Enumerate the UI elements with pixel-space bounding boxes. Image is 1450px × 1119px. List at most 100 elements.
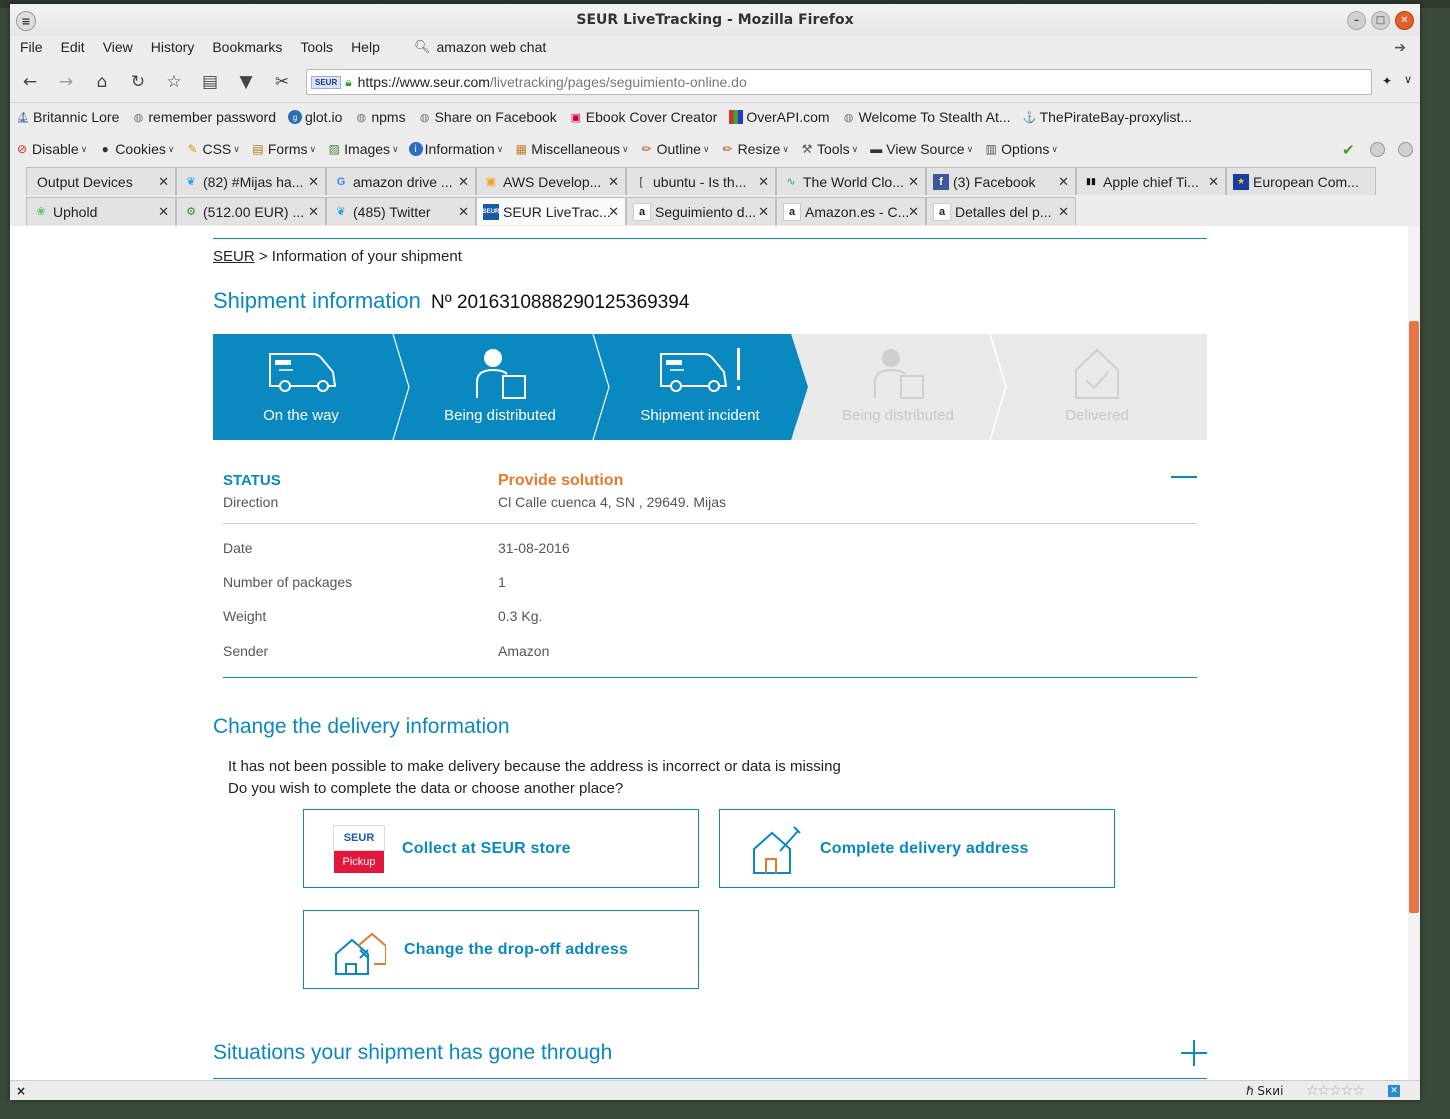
forward-icon[interactable]: → bbox=[48, 72, 84, 92]
tab-facebook[interactable]: f (3) Facebook ✕ bbox=[926, 167, 1076, 195]
menu-tools[interactable]: Tools bbox=[291, 39, 342, 55]
menu-help[interactable]: Help bbox=[342, 39, 389, 55]
bookmark-stealth[interactable]: ◍ Welcome To Stealth At... bbox=[842, 109, 1011, 125]
dev-cookies[interactable]: ● Cookies ∨ bbox=[97, 141, 175, 157]
tab-apple-chief[interactable]: ▮▮ Apple chief Ti... ✕ bbox=[1076, 167, 1226, 195]
tab-seur-livetracking[interactable]: SEUR SEUR LiveTrac... ✕ bbox=[476, 197, 626, 225]
tab-detalles[interactable]: a Detalles del p... ✕ bbox=[926, 197, 1076, 225]
close-tab-icon[interactable]: ✕ bbox=[608, 174, 619, 190]
step-2-label: Being distributed bbox=[444, 407, 556, 424]
menu-history[interactable]: History bbox=[142, 39, 204, 55]
tab-twitter-mijas[interactable]: ❦ (82) #Mijas ha... ✕ bbox=[176, 167, 326, 195]
menu-view[interactable]: View bbox=[94, 39, 142, 55]
close-tab-icon[interactable]: ✕ bbox=[1208, 174, 1219, 190]
menu-edit[interactable]: Edit bbox=[52, 39, 94, 55]
collect-at-store-button[interactable]: SEUR Pickup Collect at SEUR store bbox=[303, 809, 699, 888]
close-tab-icon[interactable]: ✕ bbox=[308, 204, 319, 220]
toolbar-overflow-icon[interactable]: ∨ bbox=[1404, 73, 1412, 86]
close-window-icon[interactable]: ✕ bbox=[1395, 11, 1414, 30]
breadcrumb-current: Information of your shipment bbox=[271, 248, 462, 265]
bookmark-piratebay[interactable]: ⚓ ThePirateBay-proxylist... bbox=[1023, 109, 1192, 125]
dev-forms[interactable]: ▤ Forms ∨ bbox=[250, 141, 316, 157]
minimize-icon[interactable]: – bbox=[1347, 11, 1366, 30]
bookmark-britannic-lore[interactable]: ⛵︎ Britannic Lore bbox=[16, 109, 119, 125]
validation-ok-icon[interactable]: ✔ bbox=[1342, 141, 1355, 159]
dev-miscellaneous[interactable]: ▦ Miscellaneous ∨ bbox=[513, 141, 629, 157]
url-bar[interactable]: SEUR 🔒︎ https://www.seur.com/livetrackin… bbox=[306, 69, 1372, 95]
seur-icon: SEUR bbox=[483, 203, 499, 220]
addon-x-icon[interactable]: ✕ bbox=[1388, 1085, 1400, 1097]
bookmark-npms[interactable]: ◍ npms bbox=[354, 109, 406, 125]
dev-css[interactable]: ✎ CSS ∨ bbox=[184, 141, 239, 157]
misc-icon: ▦ bbox=[515, 142, 527, 156]
menu-bookmarks[interactable]: Bookmarks bbox=[203, 39, 291, 55]
change-dropoff-button[interactable]: Change the drop-off address bbox=[303, 910, 699, 989]
tab-output-devices[interactable]: Output Devices ✕ bbox=[26, 167, 176, 195]
dev-outline[interactable]: ✏ Outline ∨ bbox=[639, 141, 710, 157]
twitter-icon: ❦ bbox=[336, 206, 346, 218]
back-icon[interactable]: ← bbox=[12, 72, 48, 92]
window-menu-icon[interactable]: ≡ bbox=[16, 11, 36, 31]
tab-askubuntu[interactable]: [ubuntu - Is th... ✕ bbox=[626, 167, 776, 195]
site-identity-icon[interactable]: SEUR bbox=[311, 75, 342, 89]
direction-label: Direction bbox=[223, 494, 279, 510]
close-tab-icon[interactable]: ✕ bbox=[308, 174, 319, 190]
dev-options[interactable]: ▥ Options ∨ bbox=[983, 141, 1059, 157]
bookmark-star-icon[interactable]: ☆ bbox=[156, 72, 192, 92]
facebook-icon: f bbox=[933, 173, 949, 190]
status-dot-icon[interactable] bbox=[1398, 142, 1413, 157]
expand-icon[interactable] bbox=[1181, 1040, 1207, 1066]
dev-information[interactable]: i Information ∨ bbox=[408, 141, 503, 157]
tab-512-eur[interactable]: ⚙ (512.00 EUR) ... ✕ bbox=[176, 197, 326, 225]
complete-address-button[interactable]: Complete delivery address bbox=[719, 809, 1115, 888]
cut-icon[interactable]: ✂ bbox=[264, 72, 300, 92]
dev-view-source[interactable]: ▬ View Source ∨ bbox=[868, 141, 973, 157]
rating-stars-icon[interactable]: ☆☆☆☆☆ bbox=[1306, 1083, 1365, 1099]
close-tab-icon[interactable]: ✕ bbox=[1058, 204, 1069, 220]
reader-icon[interactable]: ▤ bbox=[192, 72, 228, 92]
addon-toolbar-icon[interactable]: ✦ bbox=[1382, 74, 1392, 88]
dev-resize[interactable]: ✏ Resize ∨ bbox=[720, 141, 789, 157]
tab-european-commission[interactable]: ★ European Com... bbox=[1226, 167, 1376, 195]
tab-seguimiento[interactable]: a Seguimiento d... ✕ bbox=[626, 197, 776, 225]
reload-icon[interactable]: ↻ bbox=[120, 72, 156, 92]
close-addon-bar-icon[interactable]: × bbox=[16, 1084, 26, 1098]
bookmark-share-facebook[interactable]: ◍ Share on Facebook bbox=[418, 109, 557, 125]
dev-disable[interactable]: ⊘ Disable ∨ bbox=[14, 141, 87, 157]
vertical-scrollbar[interactable] bbox=[1408, 226, 1420, 1080]
close-tab-icon[interactable]: ✕ bbox=[608, 204, 619, 220]
close-tab-icon[interactable]: ✕ bbox=[908, 174, 919, 190]
search-field[interactable]: 🔍︎ amazon web chat ➔ bbox=[414, 37, 1410, 57]
dev-images[interactable]: ▨ Images ∨ bbox=[326, 141, 398, 157]
outline-icon: ✏ bbox=[641, 142, 652, 156]
tab-amazon-es[interactable]: a Amazon.es - C... ✕ bbox=[776, 197, 926, 225]
close-tab-icon[interactable]: ✕ bbox=[458, 204, 469, 220]
scrollbar-thumb[interactable] bbox=[1409, 321, 1419, 913]
bookmark-remember-password[interactable]: ◍ remember password bbox=[131, 109, 276, 125]
status-dot-icon[interactable] bbox=[1370, 142, 1385, 157]
close-tab-icon[interactable]: ✕ bbox=[758, 174, 769, 190]
menu-file[interactable]: File bbox=[10, 39, 52, 55]
close-tab-icon[interactable]: ✕ bbox=[908, 204, 919, 220]
collapse-icon[interactable] bbox=[1171, 476, 1197, 478]
close-tab-icon[interactable]: ✕ bbox=[158, 204, 169, 220]
bookmark-glot[interactable]: g glot.io bbox=[288, 109, 342, 125]
tab-google-amazon-drive[interactable]: Gamazon drive ... ✕ bbox=[326, 167, 476, 195]
tab-aws-developer[interactable]: ▣ AWS Develop... ✕ bbox=[476, 167, 626, 195]
home-icon[interactable]: ⌂ bbox=[84, 72, 120, 92]
close-tab-icon[interactable]: ✕ bbox=[458, 174, 469, 190]
maximize-icon[interactable]: □ bbox=[1371, 11, 1390, 30]
tab-world-clock[interactable]: ∿ The World Clo... ✕ bbox=[776, 167, 926, 195]
close-tab-icon[interactable]: ✕ bbox=[158, 174, 169, 190]
search-go-icon[interactable]: ➔ bbox=[1394, 39, 1406, 56]
bookmark-ebook-cover[interactable]: ▣ Ebook Cover Creator bbox=[569, 109, 718, 125]
breadcrumb-seur-link[interactable]: SEUR bbox=[213, 248, 255, 265]
dev-tools[interactable]: ⚒ Tools ∨ bbox=[799, 141, 859, 157]
tab-uphold[interactable]: ❀ Uphold ✕ bbox=[26, 197, 176, 225]
pocket-icon[interactable]: ▼ bbox=[228, 72, 264, 92]
bookmark-overapi[interactable]: OverAPI.com bbox=[729, 109, 830, 125]
close-tab-icon[interactable]: ✕ bbox=[1058, 174, 1069, 190]
close-tab-icon[interactable]: ✕ bbox=[758, 204, 769, 220]
tab-twitter[interactable]: ❦ (485) Twitter ✕ bbox=[326, 197, 476, 225]
status-divider bbox=[223, 523, 1197, 524]
